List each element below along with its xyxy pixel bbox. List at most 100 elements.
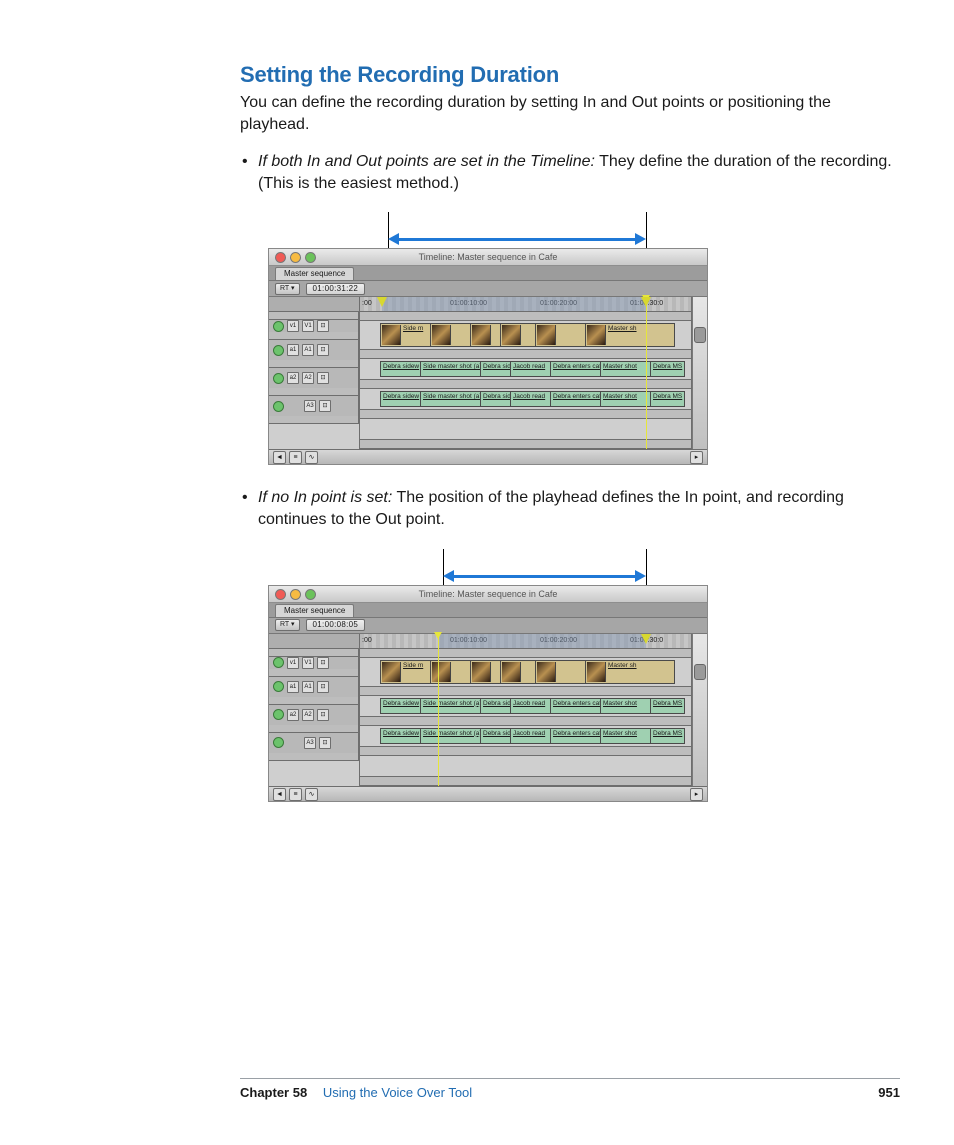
audio-clip[interactable]: Master shot: [600, 728, 655, 744]
track-header-a3[interactable]: A3 ⊡: [269, 733, 359, 753]
dest-a3[interactable]: A3: [304, 400, 316, 412]
audio-clip[interactable]: Debra enters cafe: [550, 391, 605, 407]
in-point-marker-icon[interactable]: [377, 297, 387, 307]
track-a3-clips[interactable]: [360, 756, 691, 776]
track-header-v1[interactable]: v1 V1 ⊡: [269, 657, 359, 669]
track-header-v1[interactable]: v1 V1 ⊡: [269, 320, 359, 332]
dest-a1[interactable]: A1: [302, 681, 314, 693]
source-a1[interactable]: a1: [287, 344, 299, 356]
audio-clip[interactable]: Side master shot (a): [420, 698, 485, 714]
audio-clip[interactable]: Debra MS: [650, 391, 685, 407]
track-a2-clips[interactable]: Debra sidewSide master shot (a)Debra sid…: [360, 389, 691, 409]
close-icon[interactable]: [275, 252, 286, 263]
audio-clip[interactable]: Master shot: [600, 698, 655, 714]
source-a2[interactable]: a2: [287, 372, 299, 384]
lock-icon[interactable]: ⊡: [317, 344, 329, 356]
track-a1-clips[interactable]: Debra sidewSide master shot (a)Debra sid…: [360, 359, 691, 379]
window-traffic-lights[interactable]: [275, 252, 316, 263]
track-a2-clips[interactable]: Debra sidewSide master shot (a)Debra sid…: [360, 726, 691, 746]
dest-a2[interactable]: A2: [302, 709, 314, 721]
lock-icon[interactable]: ⊡: [317, 372, 329, 384]
lock-icon[interactable]: ⊡: [319, 400, 331, 412]
source-v1[interactable]: v1: [287, 657, 299, 669]
dest-a1[interactable]: A1: [302, 344, 314, 356]
toggle-button[interactable]: ◄: [273, 451, 286, 464]
lock-icon[interactable]: ⊡: [317, 709, 329, 721]
timecode-field[interactable]: 01:00:08:05: [306, 619, 366, 631]
audio-clip[interactable]: Debra enters cafe: [550, 698, 605, 714]
toggle-button[interactable]: ∿: [305, 788, 318, 801]
vertical-scrollbar[interactable]: [692, 297, 707, 449]
lock-icon[interactable]: ⊡: [319, 737, 331, 749]
audio-clip[interactable]: Debra MS: [650, 728, 685, 744]
scroll-right-icon[interactable]: ▸: [690, 451, 703, 464]
dest-a3[interactable]: A3: [304, 737, 316, 749]
toggle-button[interactable]: ∿: [305, 451, 318, 464]
track-header-a1[interactable]: a1 A1 ⊡: [269, 677, 359, 697]
audible-toggle-icon[interactable]: [273, 709, 284, 720]
lock-icon[interactable]: ⊡: [317, 657, 329, 669]
toggle-button[interactable]: ≡: [289, 788, 302, 801]
visibility-toggle-icon[interactable]: [273, 321, 284, 332]
audio-clip[interactable]: Debra sidew: [380, 391, 425, 407]
audio-clip[interactable]: Debra MS: [650, 698, 685, 714]
source-a1[interactable]: a1: [287, 681, 299, 693]
audio-clip[interactable]: Debra sidew: [380, 728, 425, 744]
track-header-a2[interactable]: a2 A2 ⊡: [269, 705, 359, 725]
dest-v1[interactable]: V1: [302, 320, 314, 332]
track-a3-clips[interactable]: [360, 419, 691, 439]
timeline-canvas[interactable]: :00 01:00:10:00 01:00:20:00 01:00:30:0 S…: [360, 297, 692, 449]
audible-toggle-icon[interactable]: [273, 373, 284, 384]
audio-clip[interactable]: Jacob read: [510, 361, 555, 377]
playhead[interactable]: [438, 634, 439, 786]
lock-icon[interactable]: ⊡: [317, 681, 329, 693]
timecode-field[interactable]: 01:00:31:22: [306, 283, 366, 295]
audio-clip[interactable]: Jacob read: [510, 391, 555, 407]
audible-toggle-icon[interactable]: [273, 345, 284, 356]
toggle-button[interactable]: ◄: [273, 788, 286, 801]
track-v1-clips[interactable]: Side mMaster sh: [360, 658, 691, 686]
audio-clip[interactable]: Jacob read: [510, 728, 555, 744]
audio-clip[interactable]: Debra sidew: [380, 361, 425, 377]
source-v1[interactable]: v1: [287, 320, 299, 332]
minimize-icon[interactable]: [290, 589, 301, 600]
dest-v1[interactable]: V1: [302, 657, 314, 669]
dest-a2[interactable]: A2: [302, 372, 314, 384]
sequence-tab[interactable]: Master sequence: [275, 267, 354, 280]
audible-toggle-icon[interactable]: [273, 737, 284, 748]
track-a1-clips[interactable]: Debra sidewSide master shot (a)Debra sid…: [360, 696, 691, 716]
audio-clip[interactable]: Side master shot (a): [420, 361, 485, 377]
scroll-right-icon[interactable]: ▸: [690, 788, 703, 801]
track-header-a2[interactable]: a2 A2 ⊡: [269, 368, 359, 388]
audio-clip[interactable]: Side master shot (a): [420, 728, 485, 744]
window-traffic-lights[interactable]: [275, 589, 316, 600]
track-v1-clips[interactable]: Side mMaster sh: [360, 321, 691, 349]
audio-clip[interactable]: Debra enters cafe: [550, 728, 605, 744]
track-header-a3[interactable]: A3 ⊡: [269, 396, 359, 416]
audible-toggle-icon[interactable]: [273, 681, 284, 692]
vertical-scrollbar[interactable]: [692, 634, 707, 786]
time-ruler[interactable]: :00 01:00:10:00 01:00:20:00 01:00:30:0: [360, 634, 691, 649]
audio-clip[interactable]: Jacob read: [510, 698, 555, 714]
track-header-a1[interactable]: a1 A1 ⊡: [269, 340, 359, 360]
out-point-marker-icon[interactable]: [641, 297, 651, 307]
out-point-marker-icon[interactable]: [641, 634, 651, 644]
time-ruler[interactable]: :00 01:00:10:00 01:00:20:00 01:00:30:0: [360, 297, 691, 312]
toggle-button[interactable]: ≡: [289, 451, 302, 464]
timeline-canvas[interactable]: :00 01:00:10:00 01:00:20:00 01:00:30:0 S…: [360, 634, 692, 786]
audio-clip[interactable]: Debra MS: [650, 361, 685, 377]
audio-clip[interactable]: Side master shot (a): [420, 391, 485, 407]
audio-clip[interactable]: Debra enters cafe: [550, 361, 605, 377]
source-a2[interactable]: a2: [287, 709, 299, 721]
close-icon[interactable]: [275, 589, 286, 600]
rt-button[interactable]: RT ▾: [275, 283, 300, 295]
visibility-toggle-icon[interactable]: [273, 657, 284, 668]
zoom-icon[interactable]: [305, 589, 316, 600]
audio-clip[interactable]: Debra sidew: [380, 698, 425, 714]
video-clip[interactable]: Master sh: [585, 660, 675, 684]
zoom-icon[interactable]: [305, 252, 316, 263]
sequence-tab[interactable]: Master sequence: [275, 604, 354, 617]
lock-icon[interactable]: ⊡: [317, 320, 329, 332]
playhead[interactable]: [646, 297, 647, 449]
video-clip[interactable]: Master sh: [585, 323, 675, 347]
